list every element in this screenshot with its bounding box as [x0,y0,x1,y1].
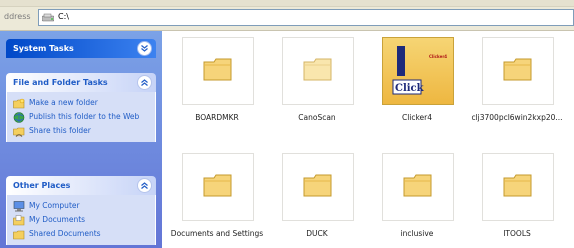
task-label: Publish this folder to the Web [29,112,140,121]
place-my-computer[interactable]: My Computer [7,199,155,213]
new-folder-icon [13,98,25,109]
folder-thumbnail [482,153,554,221]
file-folder-tasks-title: File and Folder Tasks [13,78,108,87]
toolbar-strip [0,0,574,7]
address-path: C:\ [58,12,69,21]
thumbnail-badge: Clicker4 [429,54,447,59]
place-label: My Documents [29,215,86,224]
address-bar: ddress C:\ [0,0,574,31]
folder-thumbnail [482,37,554,105]
other-places-header[interactable]: Other Places [6,176,156,195]
folder-name: ITOOLS [503,229,531,238]
folder-item[interactable]: Documents and Settings [165,147,265,243]
folder-icon [403,174,432,197]
file-folder-tasks-header[interactable]: File and Folder Tasks [6,73,156,92]
file-folder-tasks-list: Make a new folder Publish this folder to… [6,92,156,142]
address-label: ddress [4,12,31,21]
folder-thumbnail [282,37,354,105]
folder-item[interactable]: CanoScan [265,31,365,127]
folder-icon [303,58,332,81]
folder-name: inclusive [400,229,434,238]
folder-icon [503,174,532,197]
shared-documents-icon [13,230,25,240]
other-places-panel: Other Places My Computer My Documents Sh… [6,176,156,245]
task-label: Make a new folder [29,98,98,107]
my-computer-icon [13,201,25,212]
task-share-folder[interactable]: Share this folder [7,124,155,138]
place-label: Shared Documents [29,229,101,238]
other-places-list: My Computer My Documents Shared Document… [6,195,156,245]
system-tasks-header[interactable]: System Tasks [6,39,156,58]
system-tasks-panel: System Tasks [6,39,156,58]
folder-thumbnail [182,37,254,105]
folder-name: CanoScan [298,113,336,122]
folder-item[interactable]: DUCK [265,147,365,243]
folder-icon [503,58,532,81]
place-label: My Computer [29,201,80,210]
other-places-title: Other Places [13,181,71,190]
place-my-documents[interactable]: My Documents [7,213,155,227]
folder-icon [203,174,232,197]
folder-thumbnail [182,153,254,221]
folder-item[interactable]: ITOOLS [465,147,565,243]
folder-icon [303,174,332,197]
clicker-thumbnail-icon: Clicker4 Click [392,46,447,95]
system-tasks-title: System Tasks [13,44,74,53]
share-folder-icon [13,127,25,137]
folder-item[interactable]: inclusive [365,147,465,243]
address-input[interactable]: C:\ [38,9,574,26]
folder-item[interactable]: clj3700pcl6win2kxp20... [465,31,565,127]
collapse-chevron-icon[interactable] [137,75,152,90]
my-documents-icon [13,215,25,226]
folder-name: DUCK [306,229,328,238]
folder-thumbnail: Clicker4 Click [382,37,454,105]
drive-icon [42,13,54,22]
task-pane: System Tasks File and Folder Tasks Make … [0,31,162,248]
place-shared-documents[interactable]: Shared Documents [7,227,155,241]
folder-thumbnail [282,153,354,221]
folder-item[interactable]: BOARDMKR [165,31,265,127]
folder-item[interactable]: Clicker4 Click Clicker4 [365,31,465,127]
thumbnail-text: Click [395,83,425,94]
task-publish-to-web[interactable]: Publish this folder to the Web [7,110,155,124]
folder-name: Clicker4 [401,113,433,122]
expand-chevron-icon[interactable] [137,41,152,56]
task-make-new-folder[interactable]: Make a new folder [7,96,155,110]
folder-thumbnail [382,153,454,221]
folder-icon [203,58,232,81]
task-label: Share this folder [29,126,91,135]
publish-web-icon [13,112,25,123]
folder-name: clj3700pcl6win2kxp20... [471,113,563,122]
folder-name: Documents and Settings [170,229,264,238]
collapse-chevron-icon[interactable] [137,178,152,193]
file-folder-tasks-panel: File and Folder Tasks Make a new folder … [6,73,156,142]
folder-name: BOARDMKR [195,113,239,122]
folder-view: BOARDMKR CanoScan Clicker4 Click Clicker… [162,31,574,248]
